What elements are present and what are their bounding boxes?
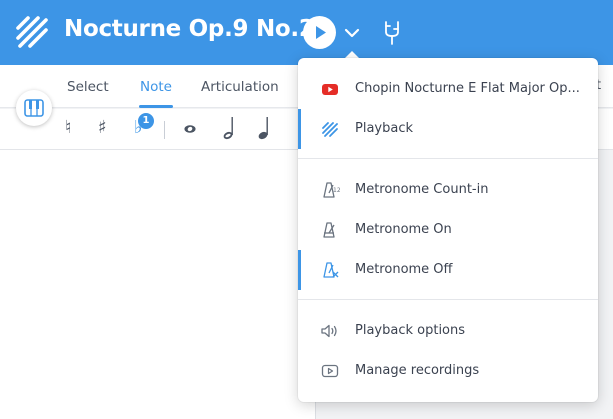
selected-indicator	[298, 250, 301, 290]
flat-count-badge: 1	[138, 113, 154, 129]
play-button[interactable]	[303, 16, 336, 49]
score-canvas[interactable]	[0, 150, 315, 419]
menu-item-label: Metronome On	[355, 222, 452, 237]
playback-dropdown-menu: Chopin Nocturne E Flat Major Op... Playb…	[298, 58, 598, 402]
menu-item-label: Playback options	[355, 323, 466, 338]
tab-articulation[interactable]: Articulation	[201, 79, 279, 95]
menu-item-label: Manage recordings	[355, 363, 480, 378]
quarter-note-icon[interactable]	[257, 115, 271, 141]
menu-item-label: Playback	[355, 121, 414, 136]
menu-divider	[298, 158, 598, 159]
menu-item-metronome-off[interactable]: Metronome Off	[298, 250, 598, 290]
natural-icon[interactable]: ♮	[65, 117, 71, 138]
menu-item-manage-recordings[interactable]: Manage recordings	[298, 351, 598, 391]
speaker-icon	[321, 324, 337, 338]
menu-item-youtube-source[interactable]: Chopin Nocturne E Flat Major Op...	[298, 69, 598, 109]
menu-divider	[298, 299, 598, 300]
selected-indicator	[298, 109, 301, 149]
piano-keyboard-button[interactable]	[16, 90, 52, 126]
tab-select[interactable]: Select	[67, 79, 109, 95]
menu-item-playback-options[interactable]: Playback options	[298, 311, 598, 351]
app-header: Nocturne Op.9 No.2	[0, 0, 613, 65]
play-icon	[316, 26, 326, 39]
metronome-on-icon	[323, 222, 335, 238]
chevron-down-icon[interactable]	[343, 24, 361, 42]
active-tab-indicator	[139, 105, 173, 108]
tab-note[interactable]: Note	[140, 79, 172, 95]
half-note-icon[interactable]	[222, 115, 236, 141]
piano-icon	[24, 99, 44, 117]
metronome-off-icon	[323, 262, 339, 278]
whole-note-icon[interactable]	[183, 123, 197, 135]
menu-item-label: Chopin Nocturne E Flat Major Op...	[355, 81, 580, 96]
menu-item-metronome-count-in[interactable]: 12 Metronome Count-in	[298, 170, 598, 210]
menu-item-playback[interactable]: Playback	[298, 109, 598, 149]
palette-divider	[164, 121, 165, 139]
playback-icon	[322, 122, 338, 137]
score-title[interactable]: Nocturne Op.9 No.2	[64, 16, 315, 42]
menu-item-metronome-on[interactable]: Metronome On	[298, 210, 598, 250]
svg-text:12: 12	[333, 187, 340, 194]
youtube-icon	[322, 84, 338, 95]
metronome-count-in-icon: 12	[323, 182, 340, 198]
recording-icon	[321, 364, 339, 378]
sharp-icon[interactable]: ♯	[98, 117, 107, 138]
menu-item-label: Metronome Count-in	[355, 182, 489, 197]
menu-item-label: Metronome Off	[355, 262, 453, 277]
tuning-fork-icon[interactable]	[381, 20, 403, 46]
app-logo-icon[interactable]	[14, 14, 50, 50]
